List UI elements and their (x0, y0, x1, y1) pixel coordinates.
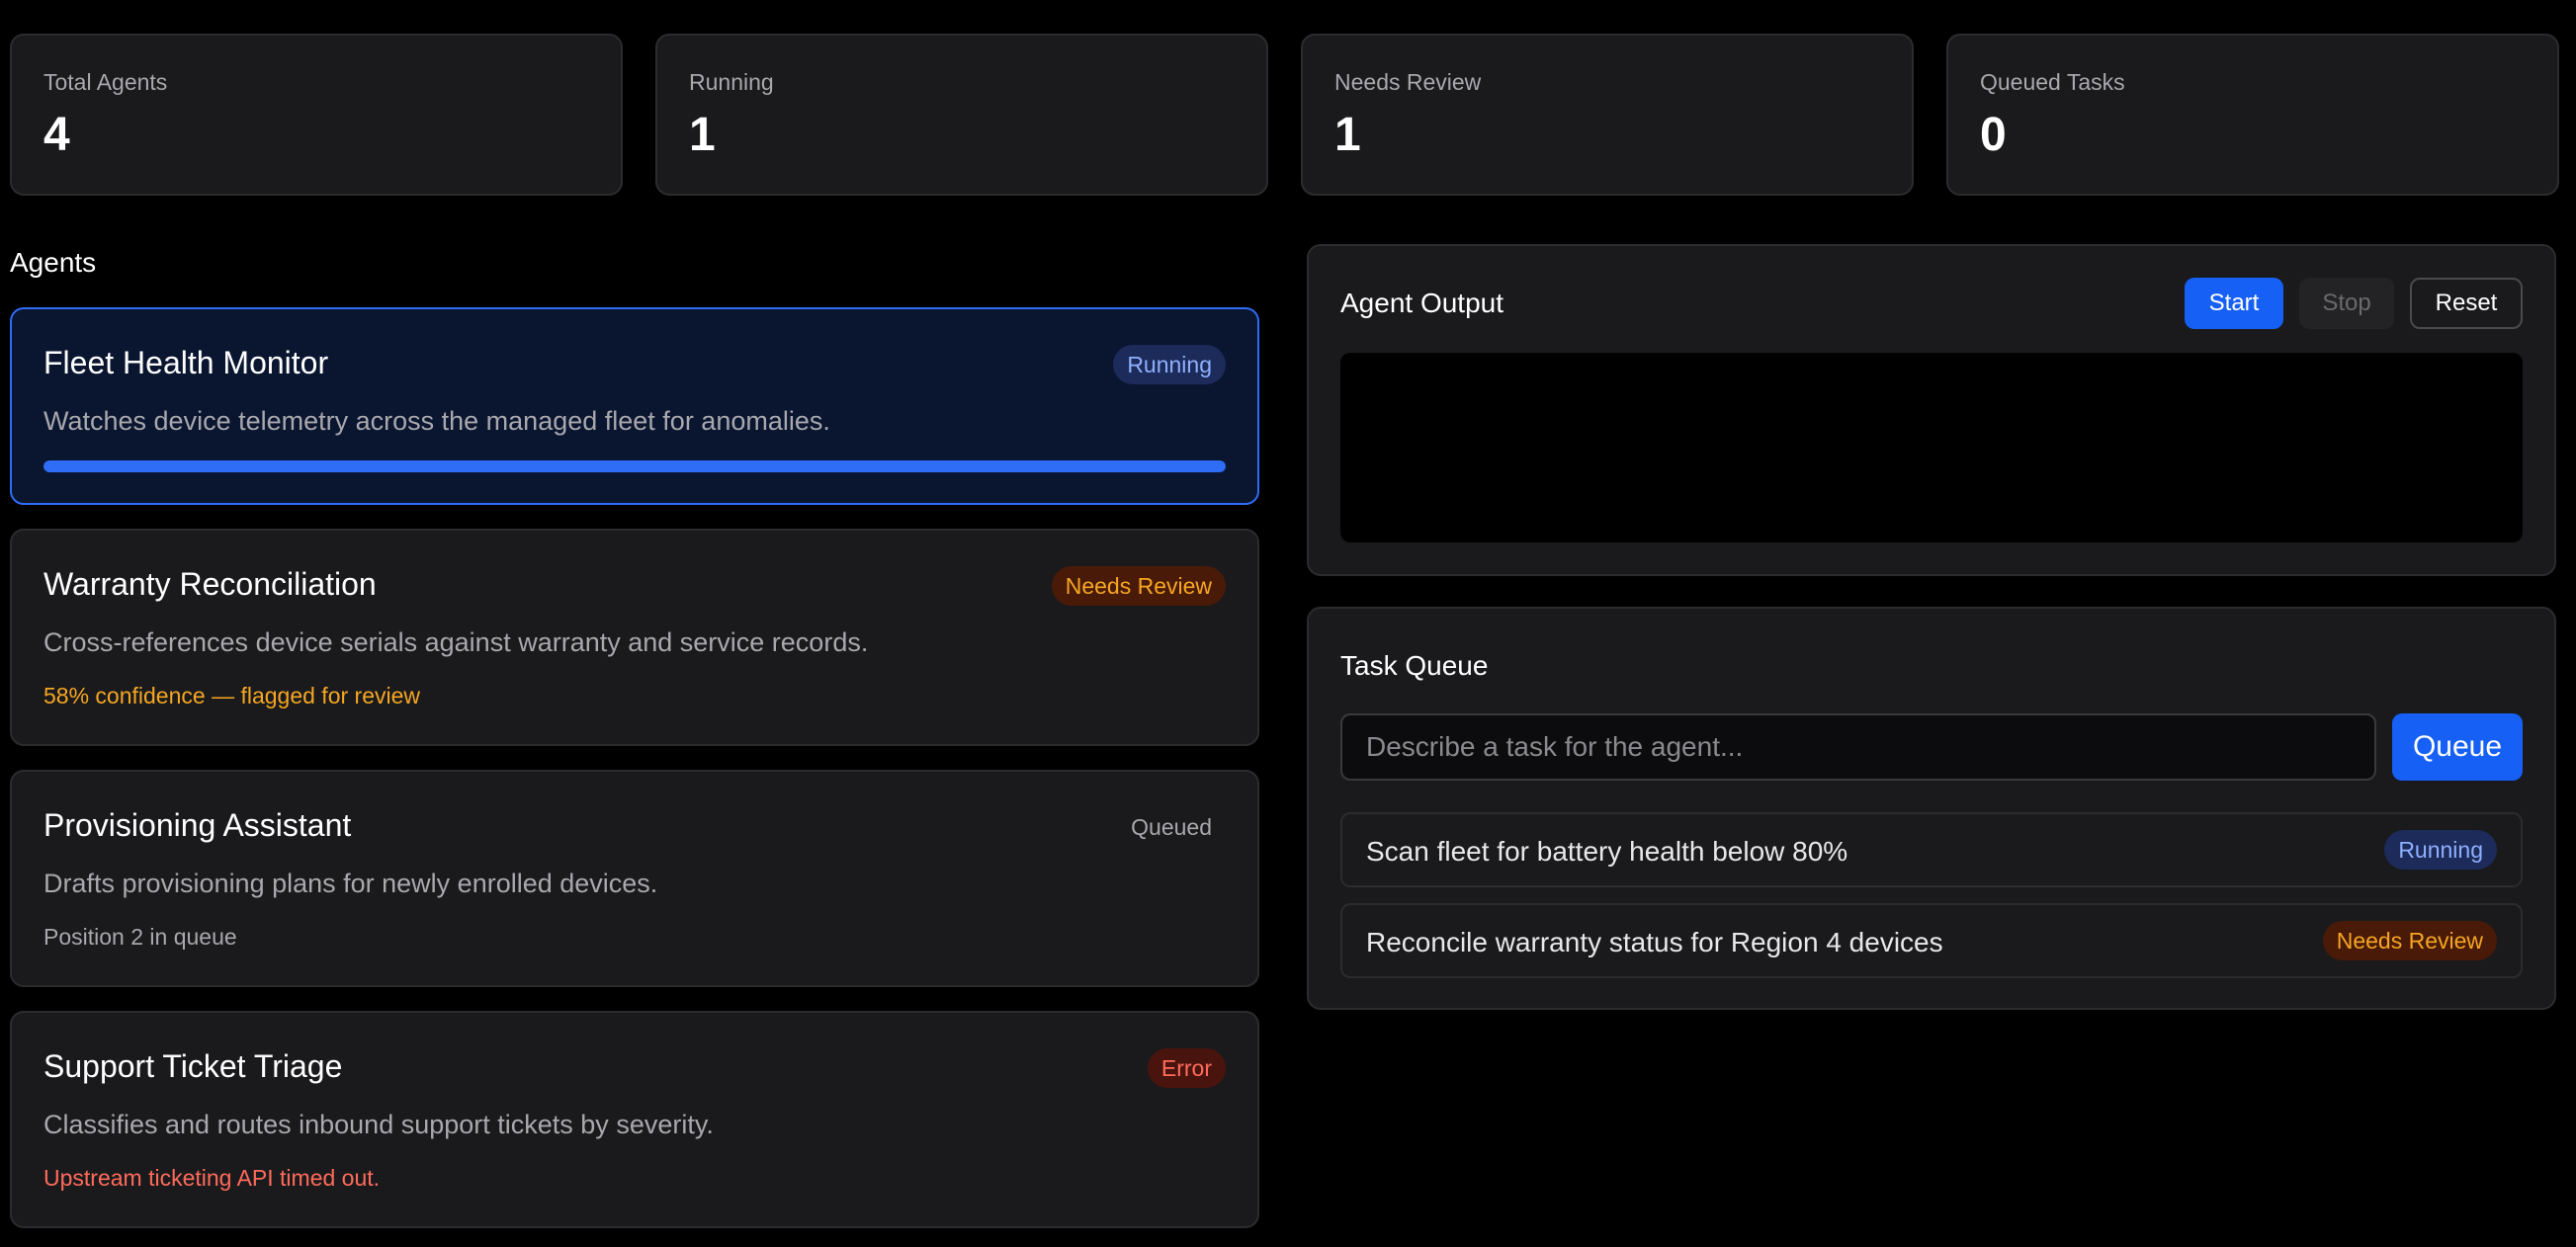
agent-note: Upstream ticketing API timed out. (43, 1165, 381, 1191)
stat-card-needs-review: Needs Review 1 (1301, 34, 1914, 196)
stats-row: Total Agents 4 Running 1 Needs Review 1 … (10, 34, 2559, 196)
task-text: Scan fleet for battery health below 80% (1366, 836, 1848, 867)
progress-fill (43, 460, 1226, 472)
status-badge: Needs Review (1051, 566, 1226, 606)
stat-value: 4 (43, 109, 70, 161)
status-badge: Error (1147, 1048, 1226, 1088)
agent-description: Classifies and routes inbound support ti… (43, 1110, 714, 1139)
progress-bar (43, 460, 1226, 472)
stat-card-total-agents: Total Agents 4 (10, 34, 623, 196)
agent-note: 58% confidence — flagged for review (43, 683, 420, 708)
stat-value: 0 (1980, 109, 2007, 161)
panel-title: Agent Output (1340, 288, 1504, 318)
agent-card-provisioning-assistant[interactable]: Provisioning Assistant Queued Drafts pro… (10, 770, 1259, 987)
agent-card-warranty-reconciliation[interactable]: Warranty Reconciliation Needs Review Cro… (10, 529, 1259, 746)
agent-note: Position 2 in queue (43, 924, 237, 950)
stat-label: Running (689, 69, 774, 95)
stat-card-queued-tasks: Queued Tasks 0 (1946, 34, 2559, 196)
agent-card-support-ticket-triage[interactable]: Support Ticket Triage Error Classifies a… (10, 1011, 1259, 1228)
agent-name: Support Ticket Triage (43, 1048, 343, 1084)
stat-card-running: Running 1 (655, 34, 1268, 196)
queue-input-row: Queue (1340, 713, 2523, 781)
output-console[interactable] (1340, 353, 2523, 542)
status-badge: Needs Review (2322, 921, 2497, 960)
reset-button[interactable]: Reset (2410, 278, 2523, 329)
agent-card-fleet-health-monitor[interactable]: Fleet Health Monitor Running Watches dev… (10, 307, 1259, 505)
stat-value: 1 (689, 109, 716, 161)
stat-label: Needs Review (1334, 69, 1482, 95)
task-row[interactable]: Reconcile warranty status for Region 4 d… (1340, 903, 2523, 978)
task-list: Scan fleet for battery health below 80% … (1340, 812, 2523, 994)
agents-heading: Agents (10, 247, 97, 278)
agent-name: Warranty Reconciliation (43, 566, 377, 602)
stat-label: Queued Tasks (1980, 69, 2125, 95)
queue-button[interactable]: Queue (2392, 713, 2523, 781)
agent-description: Drafts provisioning plans for newly enro… (43, 869, 658, 898)
agent-description: Cross-references device serials against … (43, 627, 869, 657)
task-input[interactable] (1340, 713, 2376, 781)
status-badge: Queued (1131, 814, 1212, 840)
task-queue-panel: Task Queue Queue Scan fleet for battery … (1307, 607, 2556, 1010)
agent-description: Watches device telemetry across the mana… (43, 406, 830, 436)
panel-title: Task Queue (1340, 650, 1489, 681)
task-text: Reconcile warranty status for Region 4 d… (1366, 927, 1943, 957)
agent-output-panel: Agent Output Start Stop Reset (1307, 244, 2556, 576)
status-badge: Running (1113, 345, 1226, 384)
output-controls: Start Stop Reset (2185, 278, 2523, 329)
start-button[interactable]: Start (2185, 278, 2283, 329)
stat-value: 1 (1334, 109, 1361, 161)
task-row[interactable]: Scan fleet for battery health below 80% … (1340, 812, 2523, 887)
status-badge: Running (2384, 830, 2497, 870)
agent-name: Provisioning Assistant (43, 807, 352, 843)
stop-button[interactable]: Stop (2299, 278, 2394, 329)
stat-label: Total Agents (43, 69, 168, 95)
agent-name: Fleet Health Monitor (43, 345, 329, 380)
